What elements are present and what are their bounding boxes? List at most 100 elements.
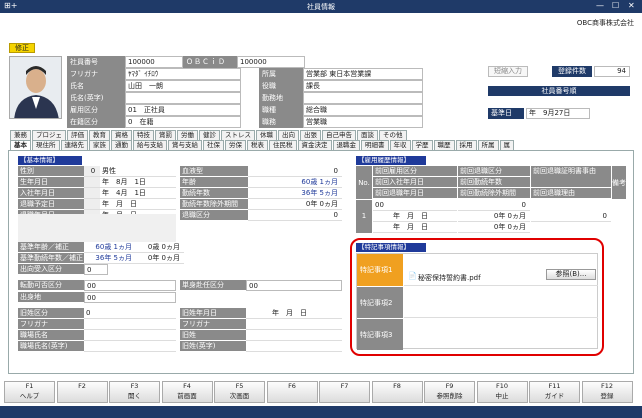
tab-5[interactable]: 特技 [133,130,154,140]
prev-join-date-field[interactable]: 年 月 日 [373,211,457,222]
employee-number-field[interactable]: 100000 [125,56,183,68]
relocation-field[interactable]: 00 [84,280,176,291]
basic-value[interactable]: 年 8月 1日 [100,177,176,188]
employment-type-field[interactable]: 01 正社員 [125,104,241,116]
tab-0[interactable]: 兼務 [10,130,31,140]
basic-code[interactable] [84,188,100,199]
tab2-3[interactable]: 家族 [89,140,110,150]
tab2-17[interactable]: 採用 [455,140,477,150]
tab2-15[interactable]: 学歴 [411,140,433,150]
tab2-19[interactable]: 属 [499,140,514,150]
tab-11[interactable]: 出向 [278,130,299,140]
tab2-9[interactable]: 税表 [247,140,268,150]
tab2-2[interactable]: 連絡先 [60,140,88,150]
fkey-f6[interactable]: F6 [266,381,318,403]
transfer-accept-field[interactable]: 0 [84,264,108,275]
tab2-7[interactable]: 社保 [203,140,224,150]
tab-8[interactable]: 健診 [199,130,220,140]
maiden-value[interactable] [84,330,176,341]
name-en-field[interactable] [125,92,241,104]
basic-code[interactable]: 0 [84,166,100,177]
tab2-11[interactable]: 資金決定 [297,140,332,150]
prev-employment-field[interactable]: 00 [373,200,457,211]
prev-cert-field[interactable]: 0 [531,211,611,222]
tab2-0[interactable]: 基本 [10,140,31,150]
tab2-10[interactable]: 住民税 [269,140,297,150]
prev-exclude-field[interactable]: 0年 0ヵ月 [458,222,530,233]
position-field[interactable]: 課長 [303,80,423,92]
fkey-f5[interactable]: F5 次画面 [214,381,265,403]
basic-mid-value[interactable]: 0 [248,166,342,177]
maiden-value[interactable] [84,319,176,330]
fkey-f12[interactable]: F12 登録 [581,381,633,403]
sort-order[interactable]: 社員番号順 [488,86,630,96]
birthplace-field[interactable]: 00 [84,292,176,303]
obcid-field[interactable]: 100000 [237,56,305,68]
furigana-field[interactable]: ﾔﾏﾀﾞ ｲﾁﾛｳ [125,68,241,80]
fkey-f3[interactable]: F3 開く [109,381,160,403]
tab2-13[interactable]: 明細書 [361,140,389,150]
fkey-f9[interactable]: F9 参照削除 [424,381,475,403]
workplace-field[interactable] [303,92,423,104]
maiden-r-value[interactable] [246,319,342,330]
dept-field[interactable]: 営業部 東日本営業課 [303,68,423,80]
base-service-adjust[interactable]: 0年 0ヵ月 [136,253,184,264]
tab2-16[interactable]: 職歴 [433,140,455,150]
attached-file-name[interactable]: 秘密保持誓約書.pdf [418,273,481,283]
tab2-6[interactable]: 賞与支給 [168,140,202,150]
fkey-f2[interactable]: F2 [56,381,108,403]
maiden-value[interactable] [84,341,176,352]
tab-6[interactable]: 賞罰 [155,130,176,140]
job-type-field[interactable]: 総合職 [303,104,423,116]
base-date-field[interactable]: 年 9月27日 [526,108,590,119]
maximize-icon[interactable]: ☐ [612,1,619,10]
tab-12[interactable]: 出張 [300,130,321,140]
maiden-r-value[interactable]: 年 月 日 [246,308,342,319]
fkey-f1[interactable]: F1 ヘルプ [4,381,55,403]
employee-photo[interactable] [9,56,62,119]
prev-retire-type-field[interactable]: 0 [458,200,530,211]
fkey-f11[interactable]: F11 ガイド [529,381,580,403]
tab-15[interactable]: その他 [379,130,407,140]
close-icon[interactable]: ✕ [628,1,635,10]
tab-9[interactable]: ストレス [221,130,255,140]
basic-code[interactable] [84,177,100,188]
tab-7[interactable]: 労働 [177,130,198,140]
prev-service-field[interactable]: 0年 0ヵ月 [458,211,530,222]
tab-10[interactable]: 休職 [256,130,277,140]
special-note-3-content[interactable] [404,318,598,350]
basic-mid-value[interactable]: 0 [248,210,342,221]
special-note-1-content[interactable]: 📄 秘密保持誓約書.pdf 参照(B)... [404,254,598,286]
tab2-14[interactable]: 年収 [389,140,411,150]
tab2-4[interactable]: 通勤 [111,140,132,150]
tab-1[interactable]: プロジェ [32,130,66,140]
tab2-18[interactable]: 所属 [477,140,499,150]
tab-2[interactable]: 評価 [67,130,88,140]
fkey-f8[interactable]: F8 [371,381,423,403]
tab-13[interactable]: 自己申告 [322,130,356,140]
basic-mid-value[interactable]: 0年 0ヵ月 [248,199,342,210]
basic-code[interactable] [84,199,100,210]
tab2-1[interactable]: 現住所 [32,140,60,150]
base-age-adjust[interactable]: 0歳 0ヵ月 [136,242,184,253]
minimize-icon[interactable]: — [596,1,604,10]
fkey-f7[interactable]: F7 [319,381,370,403]
single-assign-field[interactable]: 00 [246,280,342,291]
short-input-field[interactable]: 短縮入力 [488,66,528,77]
tab-14[interactable]: 面談 [357,130,378,140]
basic-value[interactable]: 年 4月 1日 [100,188,176,199]
maiden-r-value[interactable] [246,341,342,352]
tab2-5[interactable]: 給与支給 [133,140,167,150]
basic-value[interactable]: 年 月 日 [100,199,176,210]
maiden-r-value[interactable] [246,330,342,341]
tab-3[interactable]: 教育 [89,130,110,140]
special-note-2-content[interactable] [404,286,598,318]
fkey-f4[interactable]: F4 前画面 [161,381,213,403]
fkey-f10[interactable]: F10 中止 [476,381,528,403]
browse-button[interactable]: 参照(B)... [546,269,596,280]
tab2-12[interactable]: 退職金 [332,140,360,150]
name-field[interactable]: 山田 一朗 [125,80,241,92]
prev-retire-date-field[interactable]: 年 月 日 [373,222,457,233]
maiden-value[interactable]: 0 [84,308,176,319]
duty-field[interactable]: 営業職 [303,116,423,128]
